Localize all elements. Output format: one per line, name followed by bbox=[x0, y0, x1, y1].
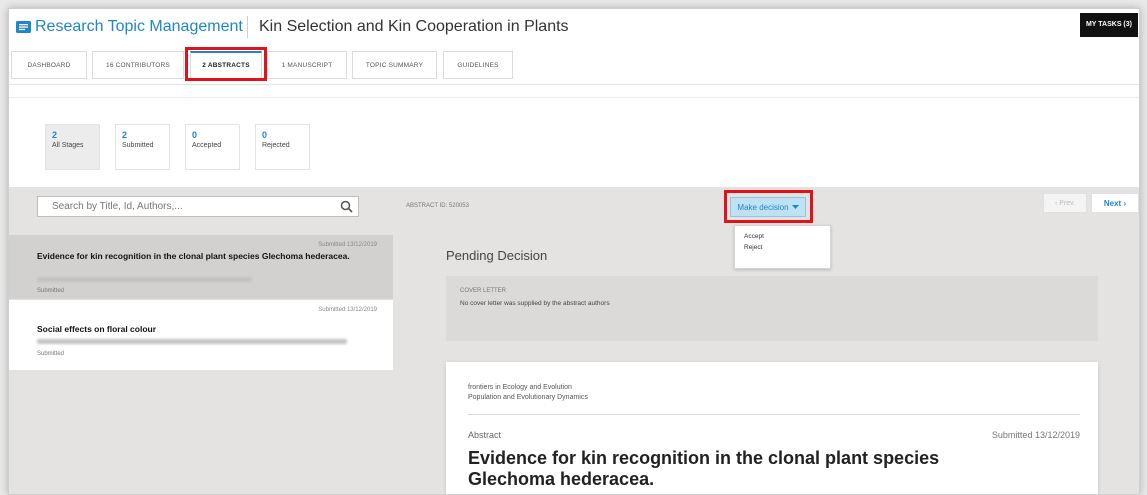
accept-option[interactable]: Accept bbox=[735, 231, 830, 242]
stage-label: All Stages bbox=[52, 142, 84, 149]
abstract-detail-panel: ABSTRACT ID: 520053 Make decision Accept… bbox=[393, 187, 1139, 494]
stage-label: Rejected bbox=[262, 142, 290, 149]
make-decision-label: Make decision bbox=[737, 202, 789, 212]
search-icon[interactable] bbox=[340, 200, 353, 213]
search-box bbox=[37, 196, 359, 217]
tab-bar: DASHBOARD 16 CONTRIBUTORS 2 ABSTRACTS 1 … bbox=[9, 45, 1139, 85]
title-divider bbox=[247, 16, 248, 38]
cover-letter-text: No cover letter was supplied by the abst… bbox=[460, 300, 610, 307]
stage-count: 0 bbox=[262, 130, 268, 140]
app-title[interactable]: Research Topic Management bbox=[35, 18, 243, 36]
item-title: Evidence for kin recognition in the clon… bbox=[37, 251, 350, 261]
abstract-title: Evidence for kin recognition in the clon… bbox=[468, 448, 940, 489]
tab-topic-summary[interactable]: TOPIC SUMMARY bbox=[352, 51, 437, 79]
abstract-list-item[interactable]: Submitted 13/12/2019 Evidence for kin re… bbox=[9, 235, 393, 299]
item-date: Submitted 13/12/2019 bbox=[318, 242, 377, 248]
stage-filter-area: 2 All Stages 2 Submitted 0 Accepted 0 Re… bbox=[9, 97, 1139, 187]
cover-letter-box: COVER LETTER No cover letter was supplie… bbox=[446, 276, 1098, 341]
abstract-id: ABSTRACT ID: 520053 bbox=[406, 203, 469, 209]
stage-rejected[interactable]: 0 Rejected bbox=[255, 124, 310, 170]
stage-count: 2 bbox=[122, 130, 128, 140]
abstract-date: Submitted 13/12/2019 bbox=[991, 430, 1080, 440]
cover-letter-label: COVER LETTER bbox=[460, 288, 507, 294]
search-input[interactable] bbox=[38, 197, 328, 216]
stage-count: 2 bbox=[52, 130, 58, 140]
journal-section: Population and Evolutionary Dynamics bbox=[468, 394, 588, 401]
my-tasks-button[interactable]: MY TASKS (3) bbox=[1079, 13, 1138, 37]
item-status: Submitted bbox=[37, 351, 65, 357]
stage-submitted[interactable]: 2 Submitted bbox=[115, 124, 170, 170]
journal-name: frontiers in Ecology and Evolution bbox=[468, 384, 572, 391]
status-heading: Pending Decision bbox=[446, 248, 548, 263]
item-authors-blurred bbox=[37, 339, 347, 344]
make-decision-button[interactable]: Make decision bbox=[730, 197, 806, 217]
item-authors-blurred bbox=[37, 277, 252, 282]
tab-guidelines[interactable]: GUIDELINES bbox=[443, 51, 513, 79]
abstract-document: frontiers in Ecology and Evolution Popul… bbox=[446, 362, 1098, 494]
abstract-label: Abstract bbox=[468, 430, 502, 440]
next-button[interactable]: Next › bbox=[1091, 193, 1139, 213]
stage-label: Accepted bbox=[192, 142, 222, 149]
stage-all[interactable]: 2 All Stages bbox=[45, 124, 100, 170]
abstract-list-panel: Submitted 13/12/2019 Evidence for kin re… bbox=[9, 187, 393, 494]
menu-icon[interactable] bbox=[16, 21, 31, 33]
abstract-list-item[interactable]: Submitted 13/12/2019 Social effects on f… bbox=[9, 300, 393, 370]
item-date: Submitted 13/12/2019 bbox=[318, 307, 377, 313]
header: Research Topic Management Kin Selection … bbox=[9, 9, 1139, 45]
item-status: Submitted bbox=[37, 288, 65, 294]
tab-abstracts[interactable]: 2 ABSTRACTS bbox=[190, 51, 262, 79]
prev-button[interactable]: ‹ Prev. bbox=[1043, 193, 1087, 213]
reject-option[interactable]: Reject bbox=[735, 242, 830, 253]
item-title: Social effects on floral colour bbox=[37, 324, 157, 334]
tab-contributors[interactable]: 16 CONTRIBUTORS bbox=[92, 51, 184, 79]
stage-count: 0 bbox=[192, 130, 198, 140]
tab-manuscript[interactable]: 1 MANUSCRIPT bbox=[267, 51, 347, 79]
stage-accepted[interactable]: 0 Accepted bbox=[185, 124, 240, 170]
decision-dropdown: Accept Reject bbox=[734, 225, 831, 269]
app-window: Research Topic Management Kin Selection … bbox=[8, 8, 1140, 495]
stage-label: Submitted bbox=[122, 142, 154, 149]
document-divider bbox=[468, 414, 1080, 415]
tab-dashboard[interactable]: DASHBOARD bbox=[11, 51, 87, 79]
caret-down-icon bbox=[791, 205, 799, 209]
topic-title: Kin Selection and Kin Cooperation in Pla… bbox=[259, 18, 569, 35]
